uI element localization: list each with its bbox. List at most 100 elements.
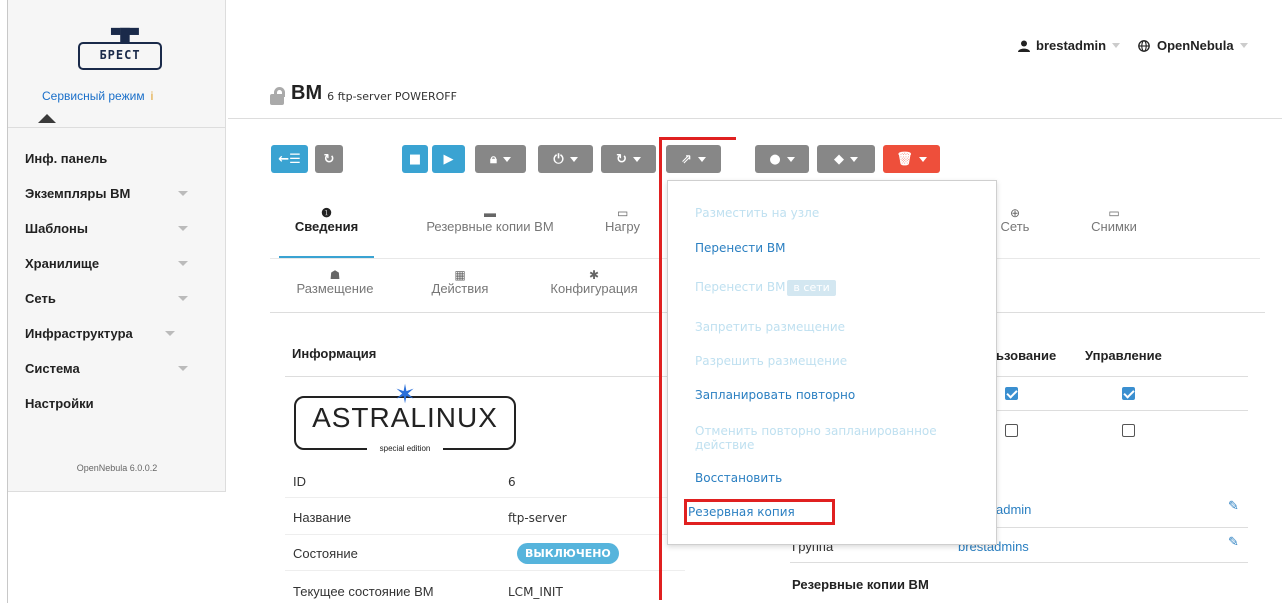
id-label: ID [293,474,306,489]
menu-item-recover[interactable]: Восстановить [695,471,985,485]
sidebar-item-label: Инф. панель [25,151,108,166]
tab-vm-backups[interactable]: ▬ Резервные копии ВМ [410,207,570,234]
collapse-arrow-icon[interactable] [38,114,56,123]
permission-checkbox[interactable] [1005,424,1018,437]
permission-checkbox[interactable] [1122,424,1135,437]
play-button[interactable]: ▶ [432,145,465,173]
reload-icon: ↻ [616,151,627,167]
chevron-down-icon [697,156,706,162]
user-menu[interactable]: brestadmin [1018,38,1121,53]
menu-item-label: Отменить повторно запланированное действ… [695,424,937,452]
power-menu-button[interactable]: ⏻ [538,145,593,173]
refresh-button[interactable]: ↻ [315,145,343,173]
permission-checkbox[interactable] [1005,387,1018,400]
logo-text: БРЕСТ [78,42,162,70]
annotation-line [659,137,736,140]
tab-label: Резервные копии ВМ [426,219,554,234]
tag-menu-button[interactable]: ◆ [817,145,875,173]
menu-item-label: Перенести ВМ [695,280,786,294]
edit-icon[interactable]: ✎ [1228,500,1243,513]
save-button[interactable]: ■ [402,145,428,173]
tab-actions[interactable]: ▦ Действия [410,269,510,296]
tab-info[interactable]: ❶ Сведения [279,207,374,234]
sidebar-item-templates[interactable]: Шаблоны [25,218,195,253]
tower-icon: ▀█▀ [111,28,139,42]
permissions-divider [990,410,1248,411]
user-icon: ● [769,151,781,167]
trash-icon: 🗑︎ [896,151,913,167]
chevron-down-icon [178,226,188,231]
owner-link[interactable]: admin [996,502,1031,517]
sidebar-item-vm-instances[interactable]: Экземпляры ВМ [25,183,195,218]
name-label: Название [293,510,352,525]
live-badge: в сети [787,280,836,296]
menu-item-reschedule[interactable]: Запланировать повторно [695,388,985,402]
sidebar-item-system[interactable]: Система [25,358,195,393]
chevron-down-icon [178,191,188,196]
info-icon: ❶ [321,206,332,220]
app-root: ▀█▀ БРЕСТ Сервисный режим i Инф. панель Э… [0,0,1282,603]
sidebar-item-infrastructure[interactable]: Инфраструктура [25,323,195,358]
menu-item-label: Восстановить [695,471,783,485]
share-icon: ⇗ [681,151,692,167]
menu-item-enable-placement[interactable]: Разрешить размещение [695,354,985,368]
back-list-icon: ←☰ [278,151,301,167]
delete-menu-button[interactable]: 🗑︎ [883,145,940,173]
chevron-down-icon [502,156,511,162]
tab-placement[interactable]: ☗ Размещение [280,269,390,296]
user-name: brestadmin [1036,38,1107,53]
sidebar-item-label: Хранилище [25,256,100,271]
row-divider [285,534,685,535]
star-icon: ✶ [394,380,416,410]
laptop-icon: ▭ [1108,206,1120,220]
info-icon[interactable]: i [151,89,154,103]
menu-item-label: Разрешить размещение [695,354,848,368]
tab-label: Сведения [294,219,359,234]
tab-snapshots[interactable]: ▭ Снимки [1084,207,1144,234]
tab-load[interactable]: ▭ Нагру [605,207,660,234]
sidebar-divider [8,127,226,128]
edit-icon[interactable]: ✎ [1228,536,1243,549]
tab-label: Действия [431,281,489,296]
gear-icon: ✱ [588,268,600,282]
sitemap-icon: ☗ [329,268,341,282]
tab-network[interactable]: ⊕ Сеть [995,207,1035,234]
menu-item-live-migrate[interactable]: Перенести ВМ в сети [695,280,985,296]
menu-item-label: Разместить на узле [695,206,820,220]
menu-item-unreschedule[interactable]: Отменить повторно запланированное действ… [695,424,975,452]
name-value: ftp-server [508,511,567,525]
service-mode-label: Сервисный режим i [42,89,153,103]
sidebar-item-label: Сеть [25,291,56,306]
menu-item-disable-placement[interactable]: Запретить размещение [695,320,985,334]
brest-logo[interactable]: ▀█▀ БРЕСТ [78,28,162,74]
astralinux-logo: ASTRALINUX special edition ✶ [294,380,516,456]
row-divider [285,497,685,498]
archive-icon: ▬ [484,206,496,220]
sidebar-item-settings[interactable]: Настройки [25,393,195,428]
backups-heading: Резервные копии ВМ [792,577,929,592]
unlock-icon [270,87,287,105]
chevron-down-icon [178,366,188,371]
sidebar-item-network[interactable]: Сеть [25,288,195,323]
reboot-menu-button[interactable]: ↻ [601,145,656,173]
chevron-down-icon [1112,43,1121,48]
sidebar-item-storage[interactable]: Хранилище [25,253,195,288]
save-icon: ■ [408,151,422,167]
chevron-down-icon [178,261,188,266]
lock-menu-button[interactable]: 🔒︎ [475,145,526,173]
play-icon: ▶ [443,151,454,167]
power-icon: ⏻ [553,151,564,167]
user-icon [1018,40,1030,52]
back-to-list-button[interactable]: ←☰ [271,145,308,173]
calendar-icon: ▦ [454,268,466,282]
cloud-menu[interactable]: OpenNebula [1138,38,1248,53]
status-badge: ВЫКЛЮЧЕНО [517,543,619,564]
menu-item-deploy[interactable]: Разместить на узле [695,206,985,220]
user-menu-button[interactable]: ● [755,145,809,173]
permission-checkbox[interactable] [1122,387,1135,400]
share-menu-button[interactable]: ⇗ [666,145,721,173]
sidebar-item-dashboard[interactable]: Инф. панель [25,148,195,183]
laptop-icon: ▭ [617,206,629,220]
tab-configuration[interactable]: ✱ Конфигурация [535,269,653,296]
menu-item-migrate[interactable]: Перенести ВМ [695,241,985,255]
